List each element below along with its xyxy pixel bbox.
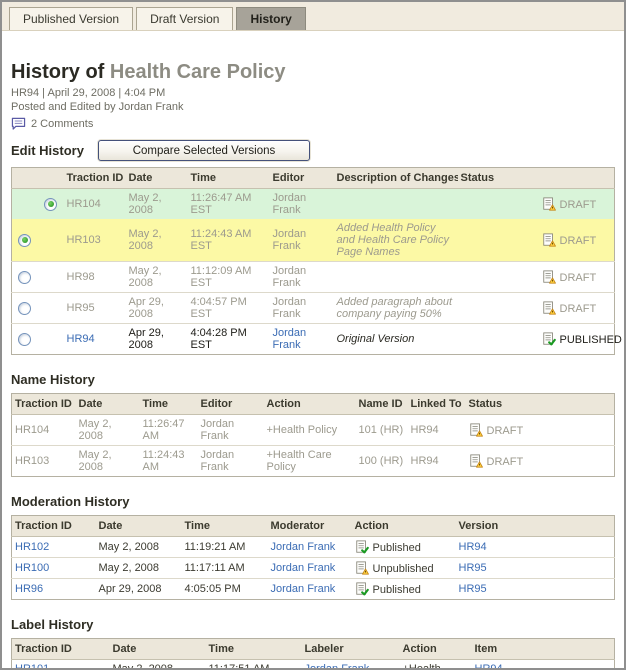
name-history-table: Traction ID Date Time Editor Action Name… [11,393,615,477]
document-byline: Posted and Edited by Jordan Frank [11,100,615,114]
status-badge: PUBLISHED [560,334,622,346]
table-row: HR104 May 2, 2008 11:26:47 AM EST Jordan… [12,189,615,220]
document-meta: HR94 | April 29, 2008 | 4:04 PM [11,86,615,100]
traction-id: HR104 [64,189,126,220]
draft-status-icon [542,270,556,284]
tab-history[interactable]: History [236,7,305,30]
draft-status-icon [469,423,483,437]
status-badge: DRAFT [487,425,524,437]
traction-id: HR104 [12,415,76,446]
traction-id: HR103 [12,446,76,477]
action-label: Published [373,542,421,554]
page-title: History of Health Care Policy [11,61,615,83]
column-header-date: Date [126,168,188,189]
moderation-history-table: Traction ID Date Time Moderator Action V… [11,515,615,600]
version-link[interactable]: HR94 [459,541,487,553]
compare-version-radio[interactable] [18,234,31,247]
compare-version-radio[interactable] [18,271,31,284]
moderator-link[interactable]: Jordan Frank [271,541,336,553]
compare-version-radio[interactable] [18,333,31,346]
table-row: HR94 Apr 29, 2008 4:04:28 PM EST Jordan … [12,324,615,355]
draft-status-icon [542,301,556,315]
edit-history-table: Traction ID Date Time Editor Description… [11,167,615,355]
status-badge: DRAFT [560,272,597,284]
item-link[interactable]: HR94 [475,663,503,670]
compare-version-radio[interactable] [18,302,31,315]
moderator-link[interactable]: Jordan Frank [271,583,336,595]
table-row: HR101 May 2, 2008 11:17:51 AM Jordan Fra… [12,660,615,670]
published-action-icon [355,540,369,554]
draft-status-icon [542,197,556,211]
compare-version-radio[interactable] [44,198,57,211]
column-header-editor: Editor [270,168,334,189]
labeler-link[interactable]: Jordan Frank [305,663,370,670]
published-action-icon [355,582,369,596]
moderator-link[interactable]: Jordan Frank [271,562,336,574]
history-page: Published Version Draft Version History … [0,0,626,670]
compare-selected-versions-button[interactable]: Compare Selected Versions [98,140,310,161]
column-header-description: Description of Changes [334,168,458,189]
version-link[interactable]: HR95 [459,562,487,574]
traction-id-link[interactable]: HR101 [15,663,49,670]
status-badge: DRAFT [487,456,524,468]
traction-id-link[interactable]: HR100 [15,562,49,574]
comments-link[interactable]: 2 Comments [31,118,93,130]
action-label: Unpublished [373,563,434,575]
published-status-icon [542,332,556,346]
table-row: HR103 May 2, 2008 11:24:43 AM Jordan Fra… [12,446,615,477]
traction-id: HR103 [64,219,126,262]
column-header-time: Time [188,168,270,189]
column-header-status: Status [458,168,615,189]
table-row: HR102 May 2, 2008 11:19:21 AM Jordan Fra… [12,537,615,558]
draft-status-icon [542,233,556,247]
action-label: Published [373,584,421,596]
draft-status-icon [469,454,483,468]
unpublished-action-icon [355,561,369,575]
name-history-heading: Name History [11,372,615,387]
edit-history-heading: Edit History [11,143,84,158]
traction-id-link[interactable]: HR94 [67,333,95,345]
version-link[interactable]: HR95 [459,583,487,595]
title-prefix: History of [11,61,110,83]
table-row: HR96 Apr 29, 2008 4:05:05 PM Jordan Fran… [12,579,615,600]
table-row: HR95 Apr 29, 2008 4:04:57 PM EST Jordan … [12,293,615,324]
column-header-radio [12,168,64,189]
tab-bar: Published Version Draft Version History [2,2,624,31]
status-badge: DRAFT [560,303,597,315]
label-history-heading: Label History [11,617,615,632]
action-label: +Health [400,660,472,670]
comment-bubble-icon [11,117,26,131]
traction-id: HR95 [64,293,126,324]
table-row: HR100 May 2, 2008 11:17:11 AM Jordan Fra… [12,558,615,579]
traction-id-link[interactable]: HR96 [15,583,43,595]
title-document-name: Health Care Policy [110,61,286,83]
moderation-history-heading: Moderation History [11,494,615,509]
tab-published-version[interactable]: Published Version [9,7,133,30]
table-row: HR104 May 2, 2008 11:26:47 AM Jordan Fra… [12,415,615,446]
traction-id-link[interactable]: HR102 [15,541,49,553]
traction-id: HR98 [64,262,126,293]
table-row: HR103 May 2, 2008 11:24:43 AM EST Jordan… [12,219,615,262]
status-badge: DRAFT [560,199,597,211]
status-badge: DRAFT [560,235,597,247]
editor-link[interactable]: Jordan Frank [273,327,307,351]
label-history-table: Traction ID Date Time Labeler Action Ite… [11,638,615,670]
column-header-traction-id: Traction ID [64,168,126,189]
tab-draft-version[interactable]: Draft Version [136,7,233,30]
table-row: HR98 May 2, 2008 11:12:09 AM EST Jordan … [12,262,615,293]
